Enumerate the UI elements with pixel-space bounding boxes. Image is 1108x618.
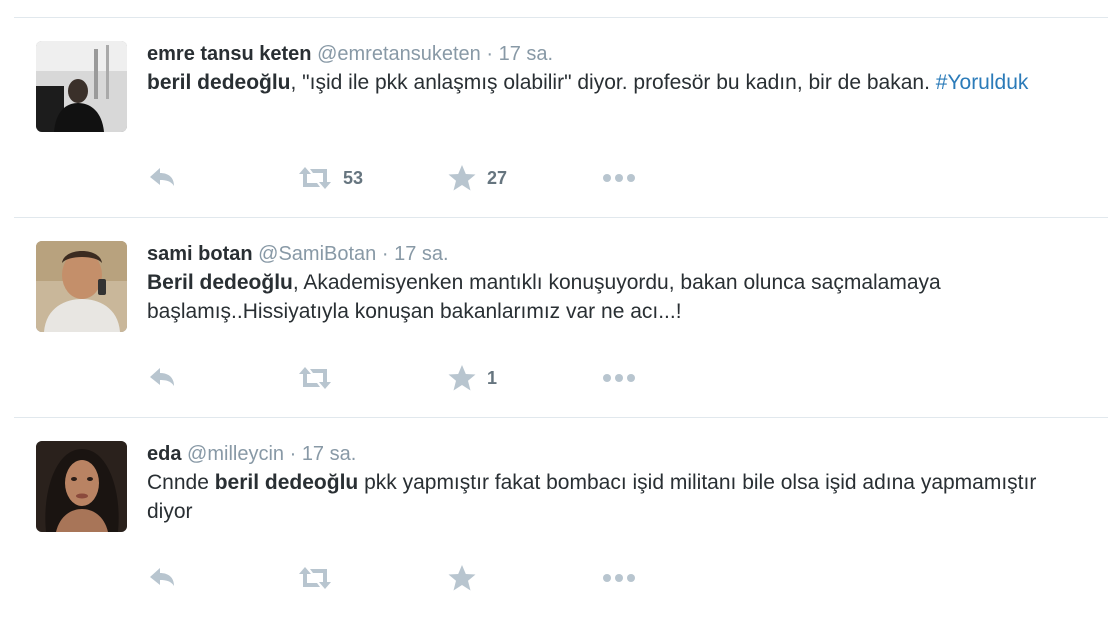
mention: beril dedeoğlu [147,71,291,94]
author-name[interactable]: sami botan [147,243,253,265]
tweet-timeline: emre tansu keten @emretansuketen · 17 sa… [0,0,1108,616]
reply-icon [150,368,174,386]
favorite-button[interactable]: 27 [447,163,507,193]
author-handle[interactable]: @milleycin [187,443,284,465]
author-handle[interactable]: @SamiBotan [258,243,376,265]
reply-button[interactable] [147,163,177,193]
tweet[interactable]: eda @milleycin · 17 sa. Cnnde beril dede… [0,418,1108,618]
retweet-icon [299,367,331,389]
favorite-count: 27 [487,167,508,188]
reply-icon [150,568,174,586]
more-dots-icon [603,374,635,382]
more-button[interactable] [599,163,639,193]
tweet-text-prefix: Cnnde [147,471,215,494]
author-name[interactable]: eda [147,443,181,465]
avatar[interactable] [36,441,127,532]
more-dots-icon [603,574,635,582]
timestamp[interactable]: 17 sa. [394,243,448,265]
retweet-button[interactable] [297,363,343,393]
tweet-text: beril dedeoğlu, "ışid ile pkk anlaşmış o… [147,68,1087,97]
tweet[interactable]: emre tansu keten @emretansuketen · 17 sa… [0,18,1108,218]
favorite-count: 1 [487,367,498,388]
mention: Beril dedeoğlu [147,271,293,294]
separator: · [289,443,297,465]
mention: beril dedeoğlu [214,471,359,494]
timestamp[interactable]: 17 sa. [302,443,356,465]
timestamp[interactable]: 17 sa. [499,43,553,65]
favorite-button[interactable] [447,563,487,593]
star-icon [448,365,476,391]
retweet-count: 53 [343,167,364,188]
separator: · [381,243,389,265]
separator: · [486,43,494,65]
star-icon [448,565,476,591]
tweet[interactable]: sami botan @SamiBotan · 17 sa. Beril ded… [0,218,1108,418]
more-button[interactable] [599,563,639,593]
more-dots-icon [603,174,635,182]
hashtag-link[interactable]: #Yorulduk [936,71,1029,94]
retweet-icon [299,167,331,189]
avatar[interactable] [36,241,127,332]
more-button[interactable] [599,363,639,393]
avatar[interactable] [36,41,127,132]
star-icon [448,165,476,191]
retweet-button[interactable] [297,563,343,593]
reply-icon [150,168,174,186]
author-name[interactable]: emre tansu keten [147,43,312,65]
reply-button[interactable] [147,563,177,593]
tweet-text: Beril dedeoğlu, Akademisyenken mantıklı … [147,268,1087,326]
author-handle[interactable]: @emretansuketen [317,43,481,65]
tweet-text-content: , "ışid ile pkk anlaşmış olabilir" diyor… [290,71,936,94]
reply-button[interactable] [147,363,177,393]
tweet-text: Cnnde beril dedeoğlu pkk yapmıştır fakat… [147,468,1087,526]
favorite-button[interactable]: 1 [447,363,497,393]
retweet-button[interactable]: 53 [297,163,363,193]
retweet-icon [299,567,331,589]
